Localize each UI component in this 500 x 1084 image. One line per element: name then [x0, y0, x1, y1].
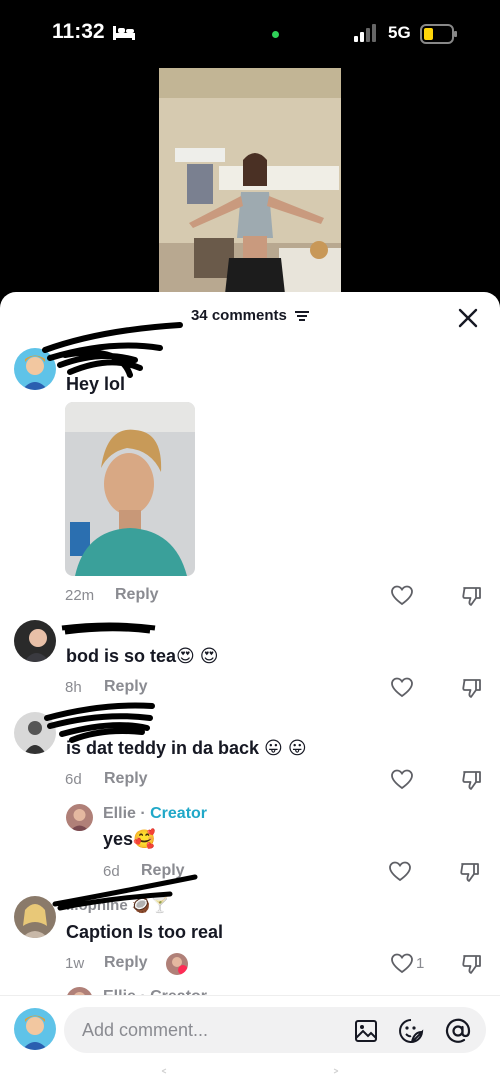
selfie-image	[65, 402, 195, 576]
redacted-username-scribble	[42, 322, 183, 378]
comment-text: bod is so tea😍 😍	[66, 646, 219, 666]
video-preview[interactable]	[159, 68, 341, 294]
add-comment-input[interactable]	[82, 1007, 342, 1053]
comments-sheet: 34 comments Hey lol 22m Reply bod is so …	[0, 292, 500, 1084]
like-count: 1	[416, 955, 425, 972]
creator-avatar[interactable]	[66, 804, 93, 831]
reply-button[interactable]: Reply	[104, 678, 148, 696]
reply-button[interactable]: Reply	[141, 862, 185, 880]
redacted-username-scribble	[61, 622, 156, 635]
my-avatar[interactable]	[14, 1008, 56, 1050]
battery-icon	[420, 24, 457, 44]
comment-text: Hey lol	[66, 374, 126, 394]
dislike-icon[interactable]	[460, 952, 484, 976]
dislike-icon[interactable]	[460, 676, 484, 700]
creator-liked-avatar	[166, 953, 188, 975]
dislike-icon[interactable]	[458, 860, 482, 884]
comment-timestamp: 1w	[65, 955, 85, 972]
status-bar: 11:32 5G	[0, 0, 500, 66]
comment-input-container[interactable]	[64, 1007, 486, 1053]
comments-count: 34 comments	[190, 307, 287, 324]
video-frame-image	[159, 68, 341, 294]
cellular-signal-icon	[354, 24, 376, 42]
like-heart-icon[interactable]	[390, 768, 414, 792]
comment-timestamp: 6d	[65, 771, 82, 788]
emoji-sticker-icon[interactable]	[398, 1018, 424, 1044]
clock: 11:32	[52, 20, 105, 43]
comment-timestamp: 22m	[65, 587, 95, 604]
network-type: 5G	[388, 23, 411, 42]
camera-in-use-indicator	[272, 31, 279, 38]
reply-button[interactable]: Reply	[115, 586, 159, 604]
reply-button[interactable]: Reply	[104, 770, 148, 788]
mention-at-icon[interactable]	[445, 1018, 471, 1044]
comments-count-header[interactable]: 34 comments	[0, 307, 500, 324]
partial-commenter-name: ...ophine 🥥🍸	[66, 897, 170, 914]
comment-photo[interactable]	[65, 402, 195, 576]
close-icon[interactable]	[456, 306, 480, 330]
like-heart-icon[interactable]	[390, 952, 414, 976]
dislike-icon[interactable]	[460, 584, 484, 608]
commenter-avatar[interactable]	[14, 620, 56, 662]
sort-filter-icon[interactable]	[295, 310, 310, 322]
comment-text: is dat teddy in da back 😛 😛	[66, 738, 307, 758]
like-heart-icon[interactable]	[390, 584, 414, 608]
like-heart-icon[interactable]	[390, 676, 414, 700]
dislike-icon[interactable]	[460, 768, 484, 792]
home-indicator	[161, 1068, 339, 1074]
reply-button[interactable]: Reply	[104, 954, 148, 972]
commenter-avatar[interactable]	[14, 712, 56, 754]
commenter-avatar[interactable]	[14, 348, 56, 390]
reply-text: yes🥰	[103, 829, 156, 849]
creator-name-line: Ellie · Creator	[103, 805, 207, 823]
name-separator: ·	[135, 805, 151, 822]
comment-text: Caption Is too real	[66, 922, 224, 942]
creator-badge: Creator	[150, 805, 208, 822]
comment-timestamp: 8h	[65, 679, 82, 696]
commenter-avatar[interactable]	[14, 896, 56, 938]
sleep-focus-icon	[113, 26, 135, 40]
creator-name[interactable]: Ellie	[103, 805, 136, 822]
reply-timestamp: 6d	[103, 863, 120, 880]
like-heart-icon[interactable]	[388, 860, 412, 884]
image-icon[interactable]	[353, 1018, 379, 1044]
